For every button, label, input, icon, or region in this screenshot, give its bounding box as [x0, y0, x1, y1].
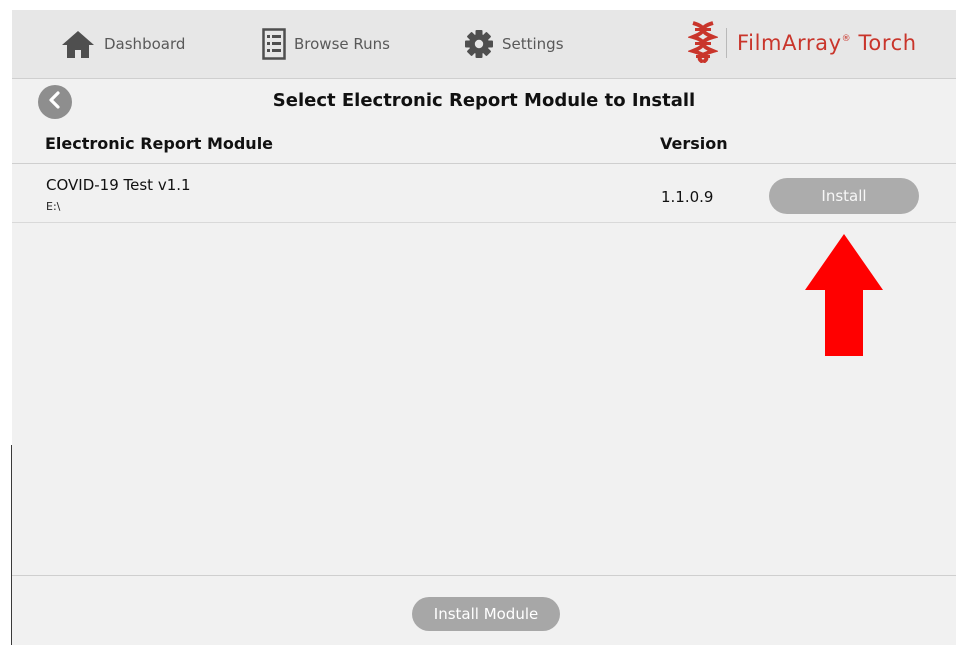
nav-dashboard-label: Dashboard	[104, 35, 186, 53]
nav-browse-runs-label: Browse Runs	[294, 35, 390, 53]
helix-logo-icon	[686, 19, 720, 67]
home-icon	[60, 29, 96, 59]
gear-icon	[464, 29, 494, 59]
table-row: COVID-19 Test v1.1 E:\ 1.1.0.9 Install	[12, 164, 956, 223]
nav-dashboard[interactable]: Dashboard	[60, 24, 185, 64]
install-button[interactable]: Install	[769, 178, 919, 214]
brand-name: FilmArray® Torch	[737, 31, 917, 55]
row-divider	[12, 222, 956, 223]
column-header-version: Version	[660, 134, 728, 153]
nav-settings-label: Settings	[502, 35, 564, 53]
nav-settings[interactable]: Settings	[464, 24, 564, 64]
arrow-up-icon	[804, 232, 884, 362]
top-navigation: Dashboard Browse Runs Settings FilmArray…	[12, 10, 956, 79]
module-name: COVID-19 Test v1.1	[46, 176, 191, 194]
brand-logo: FilmArray® Torch	[686, 19, 917, 67]
app-window: Dashboard Browse Runs Settings FilmArray…	[12, 10, 956, 645]
install-module-button[interactable]: Install Module	[412, 597, 560, 631]
footer-divider	[12, 575, 956, 576]
module-path: E:\	[46, 200, 61, 213]
logo-divider	[726, 28, 727, 58]
column-header-module: Electronic Report Module	[45, 134, 274, 153]
list-icon	[262, 28, 286, 60]
module-version: 1.1.0.9	[661, 188, 714, 206]
page-title: Select Electronic Report Module to Insta…	[272, 90, 696, 111]
nav-browse-runs[interactable]: Browse Runs	[262, 24, 390, 64]
